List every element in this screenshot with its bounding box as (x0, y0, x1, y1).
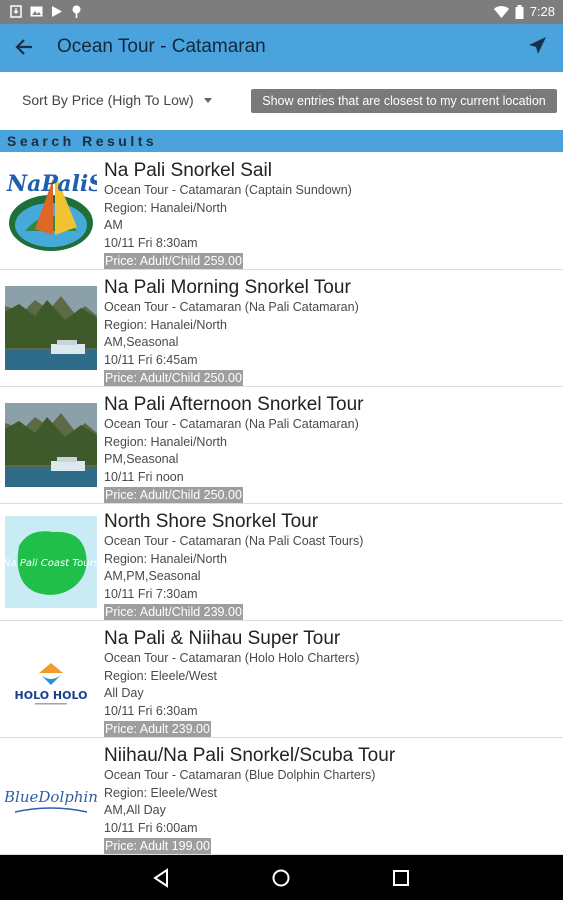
tour-region: Region: Eleele/West (104, 785, 218, 800)
tour-date: 10/11 Fri 6:00am (104, 820, 198, 835)
sort-dropdown[interactable]: Sort By Price (High To Low) (22, 92, 212, 108)
chevron-down-icon (203, 97, 212, 103)
system-icons: 7:28 (493, 4, 555, 19)
list-item[interactable]: NaPaliSail Na Pali Snorkel Sail Ocean To… (0, 153, 563, 270)
tour-name: Na Pali Afternoon Snorkel Tour (104, 394, 364, 415)
tour-category: Ocean Tour - Catamaran (Na Pali Coast To… (104, 534, 364, 548)
tour-price: Price: Adult/Child 250.00 (104, 487, 243, 503)
tour-date: 10/11 Fri 7:30am (104, 586, 198, 601)
system-navigation-bar (0, 855, 563, 900)
holo-holo-logo: HOLO HOLO (5, 633, 97, 725)
coast-boat-photo (5, 282, 97, 374)
tour-time-of-day: AM (104, 218, 123, 233)
tour-name: Na Pali Snorkel Sail (104, 160, 272, 181)
tour-category: Ocean Tour - Catamaran (Holo Holo Charte… (104, 651, 360, 665)
na-pali-sail-logo: NaPaliSail (6, 171, 97, 251)
download-icon (10, 5, 22, 18)
tour-price: Price: Adult 199.00 (104, 838, 211, 854)
page-title: Ocean Tour - Catamaran (57, 36, 266, 57)
tour-date: 10/11 Fri 6:45am (104, 352, 198, 367)
tour-region: Region: Hanalei/North (104, 317, 227, 332)
list-item[interactable]: Na Pali Afternoon Snorkel Tour Ocean Tou… (0, 387, 563, 504)
tour-price: Price: Adult/Child 250.00 (104, 370, 243, 386)
sort-dropdown-label: Sort By Price (High To Low) (22, 92, 194, 108)
location-pin-icon (72, 5, 81, 18)
tour-date: 10/11 Fri 6:30am (104, 703, 198, 718)
battery-icon (515, 4, 524, 19)
tour-region: Region: Hanalei/North (104, 551, 227, 566)
list-item[interactable]: Na Pali Coast Tours North Shore Snorkel … (0, 504, 563, 621)
item-content: Niihau/Na Pali Snorkel/Scuba Tour Ocean … (104, 745, 557, 854)
tour-price: Price: Adult 239.00 (104, 721, 211, 737)
coast-boat-photo (5, 399, 97, 491)
item-content: Na Pali Afternoon Snorkel Tour Ocean Tou… (104, 394, 557, 503)
section-header-title: Search Results (7, 133, 158, 149)
tour-name: Na Pali Morning Snorkel Tour (104, 277, 351, 298)
logo-text: HOLO HOLO (15, 689, 88, 702)
tour-name: Na Pali & Niihau Super Tour (104, 628, 341, 649)
list-item[interactable]: Na Pali Morning Snorkel Tour Ocean Tour … (0, 270, 563, 387)
item-content: Na Pali Snorkel Sail Ocean Tour - Catama… (104, 160, 557, 269)
blue-dolphin-logo: BlueDolphin (5, 750, 97, 842)
na-pali-coast-tours-logo: Na Pali Coast Tours (5, 516, 97, 608)
section-header: Search Results (0, 130, 563, 152)
logo-text: NaPaliSail (6, 171, 97, 197)
navigation-arrow-icon[interactable] (527, 36, 549, 58)
back-triangle-icon[interactable] (150, 867, 172, 889)
tour-date: 10/11 Fri 8:30am (104, 235, 198, 250)
location-tooltip: Show entries that are closest to my curr… (251, 89, 557, 113)
item-content: Na Pali & Niihau Super Tour Ocean Tour -… (104, 628, 557, 737)
app-bar: Ocean Tour - Catamaran (0, 24, 563, 72)
tour-region: Region: Hanalei/North (104, 434, 227, 449)
tour-time-of-day: PM,Seasonal (104, 452, 179, 467)
home-circle-icon[interactable] (270, 867, 292, 889)
tour-time-of-day: AM,PM,Seasonal (104, 569, 201, 584)
status-bar: 7:28 (0, 0, 563, 24)
tour-name: Niihau/Na Pali Snorkel/Scuba Tour (104, 745, 396, 766)
tour-category: Ocean Tour - Catamaran (Captain Sundown) (104, 183, 352, 197)
tour-time-of-day: AM,Seasonal (104, 335, 179, 350)
tour-time-of-day: All Day (104, 686, 144, 701)
recent-apps-square-icon[interactable] (390, 867, 412, 889)
wifi-icon (493, 5, 509, 18)
image-icon (30, 6, 43, 17)
tour-region: Region: Eleele/West (104, 668, 218, 683)
tour-category: Ocean Tour - Catamaran (Na Pali Catamara… (104, 417, 359, 431)
logo-text: BlueDolphin (5, 788, 97, 806)
tour-category: Ocean Tour - Catamaran (Blue Dolphin Cha… (104, 768, 376, 782)
back-arrow-icon[interactable] (14, 37, 38, 59)
tour-price: Price: Adult/Child 259.00 (104, 253, 243, 269)
tour-price: Price: Adult/Child 239.00 (104, 604, 243, 620)
clock-time: 7:28 (529, 4, 555, 19)
list-item[interactable]: BlueDolphin Niihau/Na Pali Snorkel/Scuba… (0, 738, 563, 855)
item-content: North Shore Snorkel Tour Ocean Tour - Ca… (104, 511, 557, 620)
play-store-icon (52, 6, 62, 17)
tour-time-of-day: AM,All Day (104, 803, 166, 818)
tour-name: North Shore Snorkel Tour (104, 511, 319, 532)
tour-category: Ocean Tour - Catamaran (Na Pali Catamara… (104, 300, 359, 314)
tour-date: 10/11 Fri noon (104, 469, 184, 484)
item-content: Na Pali Morning Snorkel Tour Ocean Tour … (104, 277, 557, 386)
list-item[interactable]: HOLO HOLO Na Pali & Niihau Super Tour Oc… (0, 621, 563, 738)
results-list: NaPaliSail Na Pali Snorkel Sail Ocean To… (0, 153, 563, 855)
notification-icons (10, 5, 82, 18)
logo-text: Na Pali Coast Tours (5, 558, 97, 569)
tour-region: Region: Hanalei/North (104, 200, 227, 215)
